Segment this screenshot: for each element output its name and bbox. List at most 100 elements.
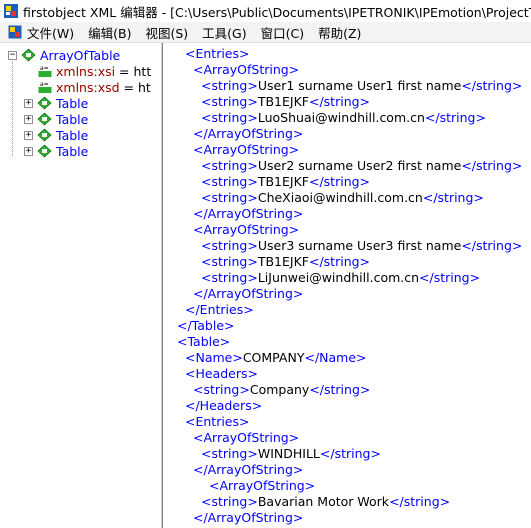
xml-line[interactable]: <string>TB1EJKF</string> [201,254,370,270]
xml-source-panel[interactable]: <Entries> <ArrayOfString> <string>User1 su… [165,43,531,528]
xml-line[interactable]: <string>CheXiaoi@windhill.com.cn</string… [201,190,484,206]
xml-close-tag: </string> [389,494,451,509]
expand-icon[interactable]: + [24,130,33,140]
xml-line[interactable]: <string>TB1EJKF</string> [201,94,370,110]
attribute-icon: a= [38,81,52,93]
xml-line[interactable]: <Headers> [185,366,258,382]
attr-value: htt [133,63,152,79]
xml-open-tag: <ArrayOfString> [193,222,300,237]
tree-node-table[interactable]: + Table [24,143,88,159]
xml-text-value: CheXiaoi@windhill.com.cn [257,190,423,205]
element-icon [37,128,52,142]
xml-close-tag: </string> [309,382,371,397]
tree-attr-xsi[interactable]: a= xmlns:xsi = htt [38,63,151,79]
expand-icon[interactable]: + [24,98,33,108]
xml-close-tag: </string> [461,238,523,253]
tree-attr-xsd[interactable]: a= xmlns:xsd = ht [38,79,151,95]
tree-node-label: ArrayOfTable [40,47,121,63]
xml-line[interactable]: </Headers> [185,398,262,414]
xml-open-tag: <string> [201,174,258,189]
xml-line[interactable]: <string>User3 surname User3 first name</… [201,238,522,254]
attr-equals: = [119,79,138,95]
xml-close-tag: </string> [308,254,371,269]
xml-close-tag: </string> [422,190,484,205]
xml-open-tag: <string> [201,94,258,109]
xml-line[interactable]: <string>Bavarian Motor Work</string> [201,494,450,510]
menu-window[interactable]: 窗口(C) [261,23,304,42]
xml-line[interactable]: </ArrayOfString> [193,510,303,526]
element-icon [37,96,52,110]
tree-node-table[interactable]: + Table [24,111,88,127]
xml-line[interactable]: </ArrayOfString> [193,206,303,222]
xml-open-tag: <string> [201,494,258,509]
xml-line[interactable]: </Table> [177,318,234,334]
xml-open-tag: <ArrayOfString> [193,430,300,445]
xml-text-value: WINDHILL [257,446,320,461]
xml-line[interactable]: <ArrayOfString> [193,430,299,446]
xml-line[interactable]: <ArrayOfString> [209,478,315,494]
tree-node-label: Table [56,111,89,127]
xml-text-value: User2 surname User2 first name [257,158,462,173]
xml-line[interactable]: <Entries> [185,414,249,430]
xml-line[interactable]: <string>Company</string> [193,382,370,398]
menu-view[interactable]: 视图(S) [145,23,188,42]
xml-line[interactable]: <string>LuoShuai@windhill.com.cn</string… [201,110,486,126]
attr-name: xmlns:xsi [56,63,116,79]
xml-line[interactable]: </Entries> [185,302,254,318]
menu-file[interactable]: 文件(W) [27,23,74,42]
collapse-icon[interactable]: − [8,50,17,60]
document-icon[interactable] [8,25,22,39]
xml-close-tag: </string> [424,110,486,125]
tree-node-root[interactable]: − ArrayOfTable [8,47,120,63]
splitter[interactable] [160,43,163,528]
element-icon [37,112,52,126]
menu-edit[interactable]: 编辑(B) [88,23,131,42]
menu-help[interactable]: 帮助(Z) [318,23,361,42]
xml-text-value: TB1EJKF [257,94,309,109]
xml-close-tag: </string> [308,94,371,109]
xml-open-tag: </ArrayOfString> [193,510,304,525]
xml-open-tag: <string> [201,190,258,205]
xml-open-tag: <string> [201,158,258,173]
xml-text-value: TB1EJKF [257,174,309,189]
xml-line[interactable]: <ArrayOfString> [193,222,299,238]
tree-node-table[interactable]: + Table [24,95,88,111]
xml-open-tag: <string> [193,382,250,397]
xml-open-tag: <string> [201,110,258,125]
svg-text:a=: a= [40,65,49,72]
xml-open-tag: <string> [201,238,258,253]
xml-line[interactable]: <ArrayOfString> [193,62,299,78]
xml-close-tag: </string> [308,174,371,189]
xml-text-value: TB1EJKF [257,254,309,269]
expand-icon[interactable]: + [24,146,33,156]
xml-line[interactable]: </ArrayOfString> [193,286,303,302]
xml-line[interactable]: </ArrayOfString> [193,126,303,142]
xml-line[interactable]: <string>LiJunwei@windhill.com.cn</string… [201,270,480,286]
xml-line[interactable]: <Entries> [185,46,249,62]
xml-close-tag: </string> [461,78,523,93]
xml-line[interactable]: <string>WINDHILL</string> [201,446,381,462]
xml-line[interactable]: <ArrayOfString> [193,142,299,158]
xml-line[interactable]: <Name>COMPANY</Name> [185,350,367,366]
menu-tools[interactable]: 工具(G) [202,23,246,42]
element-icon [21,48,36,62]
tree-node-table[interactable]: + Table [24,127,88,143]
xml-line[interactable]: </ArrayOfString> [193,462,303,478]
expand-icon[interactable]: + [24,114,33,124]
xml-text-value: User3 surname User3 first name [257,238,462,253]
title-bar: firstobject XML 编辑器 - [C:\Users\Public\D… [0,0,531,22]
xml-line[interactable]: <string>TB1EJKF</string> [201,174,370,190]
xml-close-tag: </string> [419,270,481,285]
xml-line[interactable]: <Table> [177,334,230,350]
xml-close-tag: </string> [319,446,381,461]
xml-open-tag: </ArrayOfString> [193,126,304,141]
element-icon [37,144,52,158]
xml-line[interactable]: <string>User1 surname User1 first name</… [201,78,522,94]
xml-open-tag: </Table> [177,318,235,333]
xml-open-tag: <Headers> [185,366,258,381]
svg-text:a=: a= [40,81,49,88]
xml-line[interactable]: <string>User2 surname User2 first name</… [201,158,522,174]
xml-open-tag: <string> [201,78,258,93]
xml-open-tag: <Name> [185,350,243,365]
xml-open-tag: </Entries> [185,302,254,317]
